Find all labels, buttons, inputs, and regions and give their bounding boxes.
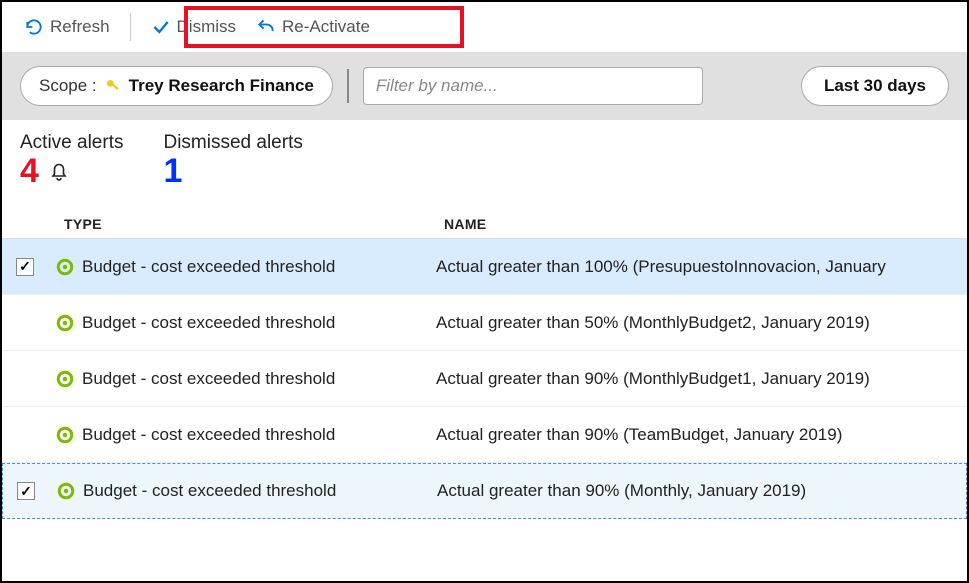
dismissed-alerts-label: Dismissed alerts xyxy=(163,132,302,154)
row-checkbox[interactable]: ✓ xyxy=(16,258,34,276)
filter-input[interactable] xyxy=(363,67,703,105)
type-text: Budget - cost exceeded threshold xyxy=(82,369,335,389)
type-text: Budget - cost exceeded threshold xyxy=(82,425,335,445)
table-row[interactable]: Budget - cost exceeded threshold Actual g… xyxy=(2,407,967,463)
toolbar-divider xyxy=(130,13,131,41)
refresh-label: Refresh xyxy=(50,17,110,37)
refresh-button[interactable]: Refresh xyxy=(18,13,116,41)
dismissed-alerts-block: Dismissed alerts 1 xyxy=(163,132,302,188)
scope-value: Trey Research Finance xyxy=(129,76,314,96)
table-row[interactable]: Budget - cost exceeded threshold Actual g… xyxy=(2,351,967,407)
name-cell: Actual greater than 90% (TeamBudget, Jan… xyxy=(436,425,957,445)
name-cell: Actual greater than 90% (Monthly, Januar… xyxy=(437,481,956,501)
type-column-header[interactable]: TYPE xyxy=(64,216,444,232)
table-row[interactable]: ✓ Budget - cost exceeded threshold Actual … xyxy=(2,239,967,295)
budget-icon xyxy=(56,314,74,332)
table-row[interactable]: ✓ Budget - cost exceeded threshold Actual … xyxy=(2,463,967,519)
scope-label: Scope : xyxy=(39,76,97,96)
name-cell: Actual greater than 90% (MonthlyBudget1,… xyxy=(436,369,957,389)
dismissed-alerts-count: 1 xyxy=(163,154,302,188)
name-cell: Actual greater than 100% (PresupuestoInn… xyxy=(436,257,957,277)
table-row[interactable]: Budget - cost exceeded threshold Actual g… xyxy=(2,295,967,351)
type-cell: Budget - cost exceeded threshold xyxy=(56,313,436,333)
type-cell: Budget - cost exceeded threshold xyxy=(56,257,436,277)
type-cell: Budget - cost exceeded threshold xyxy=(57,481,437,501)
reactivate-button[interactable]: Re-Activate xyxy=(250,13,376,41)
active-alerts-label: Active alerts xyxy=(20,132,123,154)
time-range-label: Last 30 days xyxy=(824,76,926,96)
budget-icon xyxy=(56,258,74,276)
dismiss-label: Dismiss xyxy=(177,17,237,37)
time-range-selector[interactable]: Last 30 days xyxy=(801,66,949,106)
row-checkbox[interactable]: ✓ xyxy=(17,482,35,500)
type-cell: Budget - cost exceeded threshold xyxy=(56,425,436,445)
type-cell: Budget - cost exceeded threshold xyxy=(56,369,436,389)
filter-divider xyxy=(347,69,349,103)
refresh-icon xyxy=(24,17,44,37)
type-text: Budget - cost exceeded threshold xyxy=(82,257,335,277)
type-text: Budget - cost exceeded threshold xyxy=(83,481,336,501)
check-icon xyxy=(151,17,171,37)
bell-icon xyxy=(47,159,71,183)
budget-icon xyxy=(57,482,75,500)
active-alerts-count: 4 xyxy=(20,154,39,188)
reactivate-label: Re-Activate xyxy=(282,17,370,37)
budget-icon xyxy=(56,426,74,444)
type-text: Budget - cost exceeded threshold xyxy=(82,313,335,333)
active-alerts-block: Active alerts 4 xyxy=(20,132,123,188)
undo-icon xyxy=(256,17,276,37)
budget-icon xyxy=(56,370,74,388)
name-cell: Actual greater than 50% (MonthlyBudget2,… xyxy=(436,313,957,333)
name-column-header[interactable]: NAME xyxy=(444,216,949,232)
key-icon xyxy=(105,78,121,94)
scope-selector[interactable]: Scope : Trey Research Finance xyxy=(20,66,333,106)
dismiss-button[interactable]: Dismiss xyxy=(145,13,243,41)
